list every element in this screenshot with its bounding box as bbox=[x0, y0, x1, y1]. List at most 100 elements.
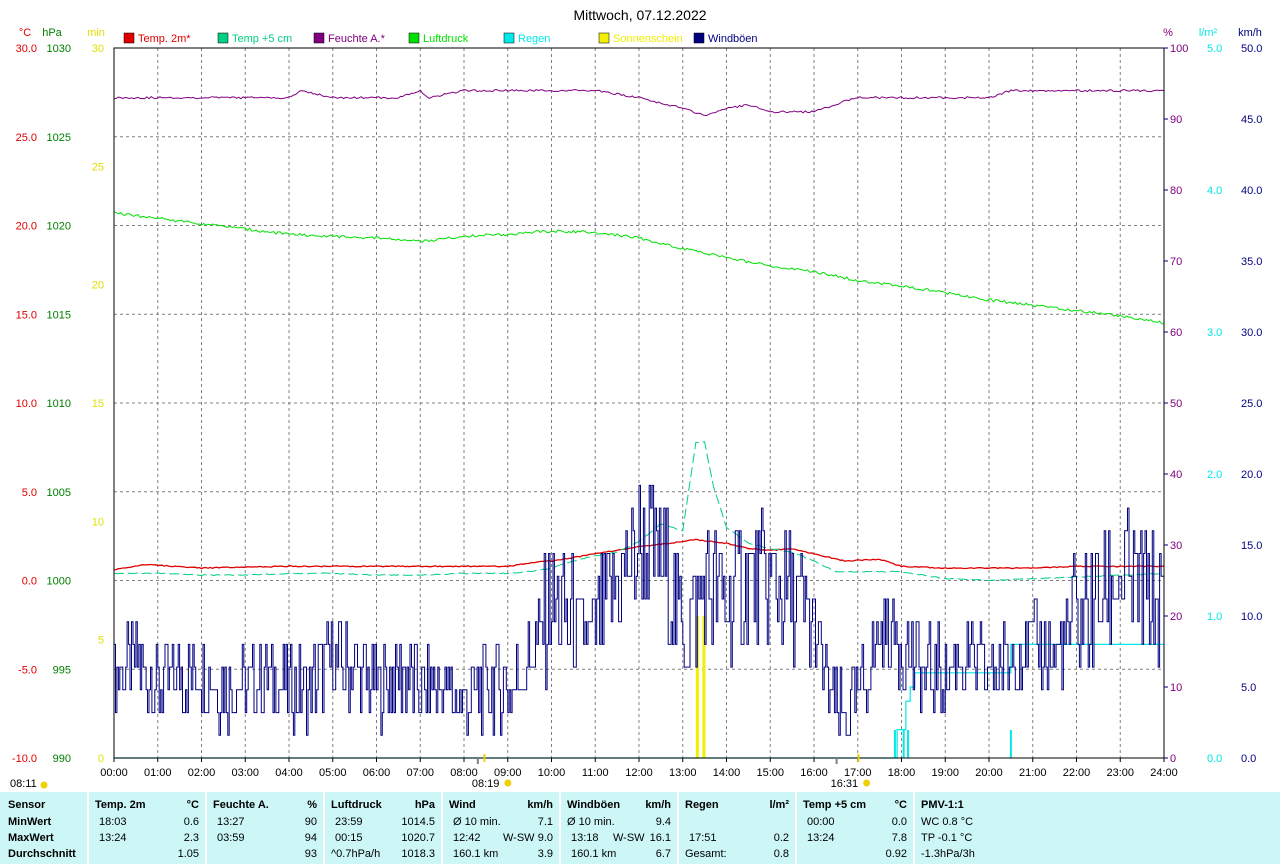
x-tick-label: 22:00 bbox=[1063, 767, 1091, 779]
legend-label: Sonnenschein bbox=[613, 33, 683, 45]
legend-swatch bbox=[408, 32, 420, 44]
x-tick-label: 02:00 bbox=[188, 767, 216, 779]
tick-label-wind: 10.0 bbox=[1241, 611, 1262, 623]
legend-swatch bbox=[598, 32, 610, 44]
tick-label-humidity: 60 bbox=[1170, 327, 1182, 339]
windboen-avg-val: 6.7 bbox=[655, 848, 671, 860]
tick-label-wind: 0.0 bbox=[1241, 753, 1256, 765]
tick-label-rain: 5.0 bbox=[1207, 43, 1222, 55]
regen-avg-val: 0.8 bbox=[773, 848, 789, 860]
x-tick-label: 03:00 bbox=[231, 767, 259, 779]
tick-label-wind: 15.0 bbox=[1241, 540, 1262, 552]
axis-unit-temp: °C bbox=[19, 27, 31, 39]
tick-label-rain: 3.0 bbox=[1207, 327, 1222, 339]
tick-label-sun: 10 bbox=[92, 516, 104, 528]
windboen-min-label: Ø 10 min. bbox=[567, 816, 615, 828]
x-tick-label: 19:00 bbox=[931, 767, 959, 779]
sun-marker-label: 16:31 bbox=[831, 778, 859, 790]
legend-swatch bbox=[217, 32, 229, 44]
tick-label-sun: 0 bbox=[98, 753, 104, 765]
legend-swatch bbox=[503, 32, 515, 44]
series-layer bbox=[113, 88, 1165, 759]
x-tick-label: 05:00 bbox=[319, 767, 347, 779]
tick-label-temp: 10.0 bbox=[16, 398, 37, 410]
stats-row-avg: Durchschnitt bbox=[8, 848, 76, 860]
regen-max-time: 17:51 bbox=[689, 832, 717, 844]
temp2m-max-time: 13:24 bbox=[99, 832, 127, 844]
x-tick-label: 18:00 bbox=[888, 767, 916, 779]
right-axes: 0 10 20 30 40 50 60 70 80 90 100 0.0 1.0 2.0 3.0 4.0 5.0… bbox=[1164, 43, 1262, 765]
stats-unit-wind: km/h bbox=[527, 799, 553, 811]
windboen-min-val: 9.4 bbox=[655, 816, 671, 828]
stats-row-min: MinWert bbox=[8, 816, 52, 828]
tick-label-pressure: 1030 bbox=[47, 43, 71, 55]
stats-unit-windboen: km/h bbox=[645, 799, 671, 811]
temp5cm-max-time: 13:24 bbox=[807, 832, 835, 844]
luftdruck-avg-label: ^0.7hPa/h bbox=[331, 848, 381, 860]
axis-unit-humidity: % bbox=[1163, 27, 1173, 39]
legend-swatch bbox=[693, 32, 705, 44]
sun-marker-icon bbox=[504, 779, 512, 787]
tick-label-rain: 0.0 bbox=[1207, 753, 1222, 765]
windboen-max-time: 13:18 bbox=[571, 832, 599, 844]
sunrise-icon bbox=[40, 781, 48, 789]
x-tick-label: 15:00 bbox=[756, 767, 784, 779]
tick-label-pressure: 990 bbox=[53, 753, 71, 765]
tick-label-pressure: 1025 bbox=[47, 132, 71, 144]
feuchte-max-time: 03:59 bbox=[217, 832, 245, 844]
sunrise-label: 08:11 bbox=[10, 778, 37, 790]
luftdruck-min-time: 23:59 bbox=[335, 816, 363, 828]
x-tick-label: 10:00 bbox=[538, 767, 566, 779]
windboen-max-dir: W-SW bbox=[613, 832, 645, 844]
temp5cm-max-val: 7.8 bbox=[891, 832, 907, 844]
tick-label-humidity: 100 bbox=[1170, 43, 1188, 55]
temp5cm-avg-val: 0.92 bbox=[885, 848, 907, 860]
stats-header-feuchte: Feuchte A. bbox=[213, 799, 269, 811]
feuchte-avg-val: 93 bbox=[304, 848, 317, 860]
tick-label-wind: 40.0 bbox=[1241, 185, 1262, 197]
wind-max-time: 12:42 bbox=[453, 832, 481, 844]
x-tick-label: 01:00 bbox=[144, 767, 172, 779]
tick-label-humidity: 0 bbox=[1170, 753, 1176, 765]
x-tick-label: 11:00 bbox=[582, 767, 609, 779]
stats-unit-temp2m: °C bbox=[186, 799, 199, 811]
temp2m-min-time: 18:03 bbox=[99, 816, 127, 828]
stats-col-wind: Wind km/h Ø 10 min. 7.1 12:42 W-SW 9.0 1… bbox=[443, 792, 559, 864]
tick-label-wind: 25.0 bbox=[1241, 398, 1262, 410]
stats-col-sensor: Sensor MinWert MaxWert Durchschnitt bbox=[0, 792, 88, 864]
tick-label-humidity: 50 bbox=[1170, 398, 1182, 410]
temp5cm-min-val: 0.0 bbox=[891, 816, 907, 828]
tick-label-wind: 20.0 bbox=[1241, 469, 1262, 481]
temp5cm-min-time: 00:00 bbox=[807, 816, 835, 828]
x-tick-label: 07:00 bbox=[406, 767, 434, 779]
stats-header-temp5cm: Temp +5 cm bbox=[803, 799, 867, 811]
wind-min-val: 7.1 bbox=[537, 816, 553, 828]
tick-label-temp: 5.0 bbox=[22, 487, 37, 499]
stats-unit-luftdruck: hPa bbox=[414, 799, 435, 811]
wind-max-dir: W-SW bbox=[503, 832, 535, 844]
legend-swatch bbox=[123, 32, 135, 44]
stats-col-regen: Regen l/m² 17:51 0.2 Gesamt: 0.8 bbox=[679, 792, 795, 864]
tick-label-humidity: 80 bbox=[1170, 185, 1182, 197]
luftdruck-min-val: 1014.5 bbox=[401, 816, 435, 828]
stats-header-pmv: PMV-1:1 bbox=[921, 799, 964, 811]
wind-min-label: Ø 10 min. bbox=[453, 816, 501, 828]
tick-label-temp: -10.0 bbox=[12, 753, 37, 765]
x-tick-label: 13:00 bbox=[669, 767, 697, 779]
stats-col-windboen: Windböen km/h Ø 10 min. 9.4 13:18 W-SW 1… bbox=[561, 792, 677, 864]
windboen-avg-label: 160.1 km bbox=[571, 848, 617, 860]
tick-label-wind: 50.0 bbox=[1241, 43, 1262, 55]
x-tick-label: 16:00 bbox=[800, 767, 828, 779]
sun-marker-icon bbox=[863, 779, 871, 787]
x-tick-label: 23:00 bbox=[1106, 767, 1134, 779]
legend-label: Temp. 2m* bbox=[138, 33, 191, 45]
pmv-row1: WC 0.8 °C bbox=[921, 816, 974, 828]
tick-label-temp: 0.0 bbox=[22, 576, 37, 588]
tick-label-temp: 25.0 bbox=[16, 132, 37, 144]
legend-label: Windböen bbox=[708, 33, 758, 45]
legend-label: Regen bbox=[518, 33, 550, 45]
feuchte-min-time: 13:27 bbox=[217, 816, 245, 828]
tick-label-sun: 25 bbox=[92, 161, 104, 173]
stats-col-pmv: PMV-1:1 WC 0.8 °C TP -0.1 °C -1.3hPa/3h bbox=[915, 792, 1055, 864]
chart-legend: Temp. 2m* Temp +5 cm Feuchte A.* Luftdruck R… bbox=[123, 32, 758, 45]
